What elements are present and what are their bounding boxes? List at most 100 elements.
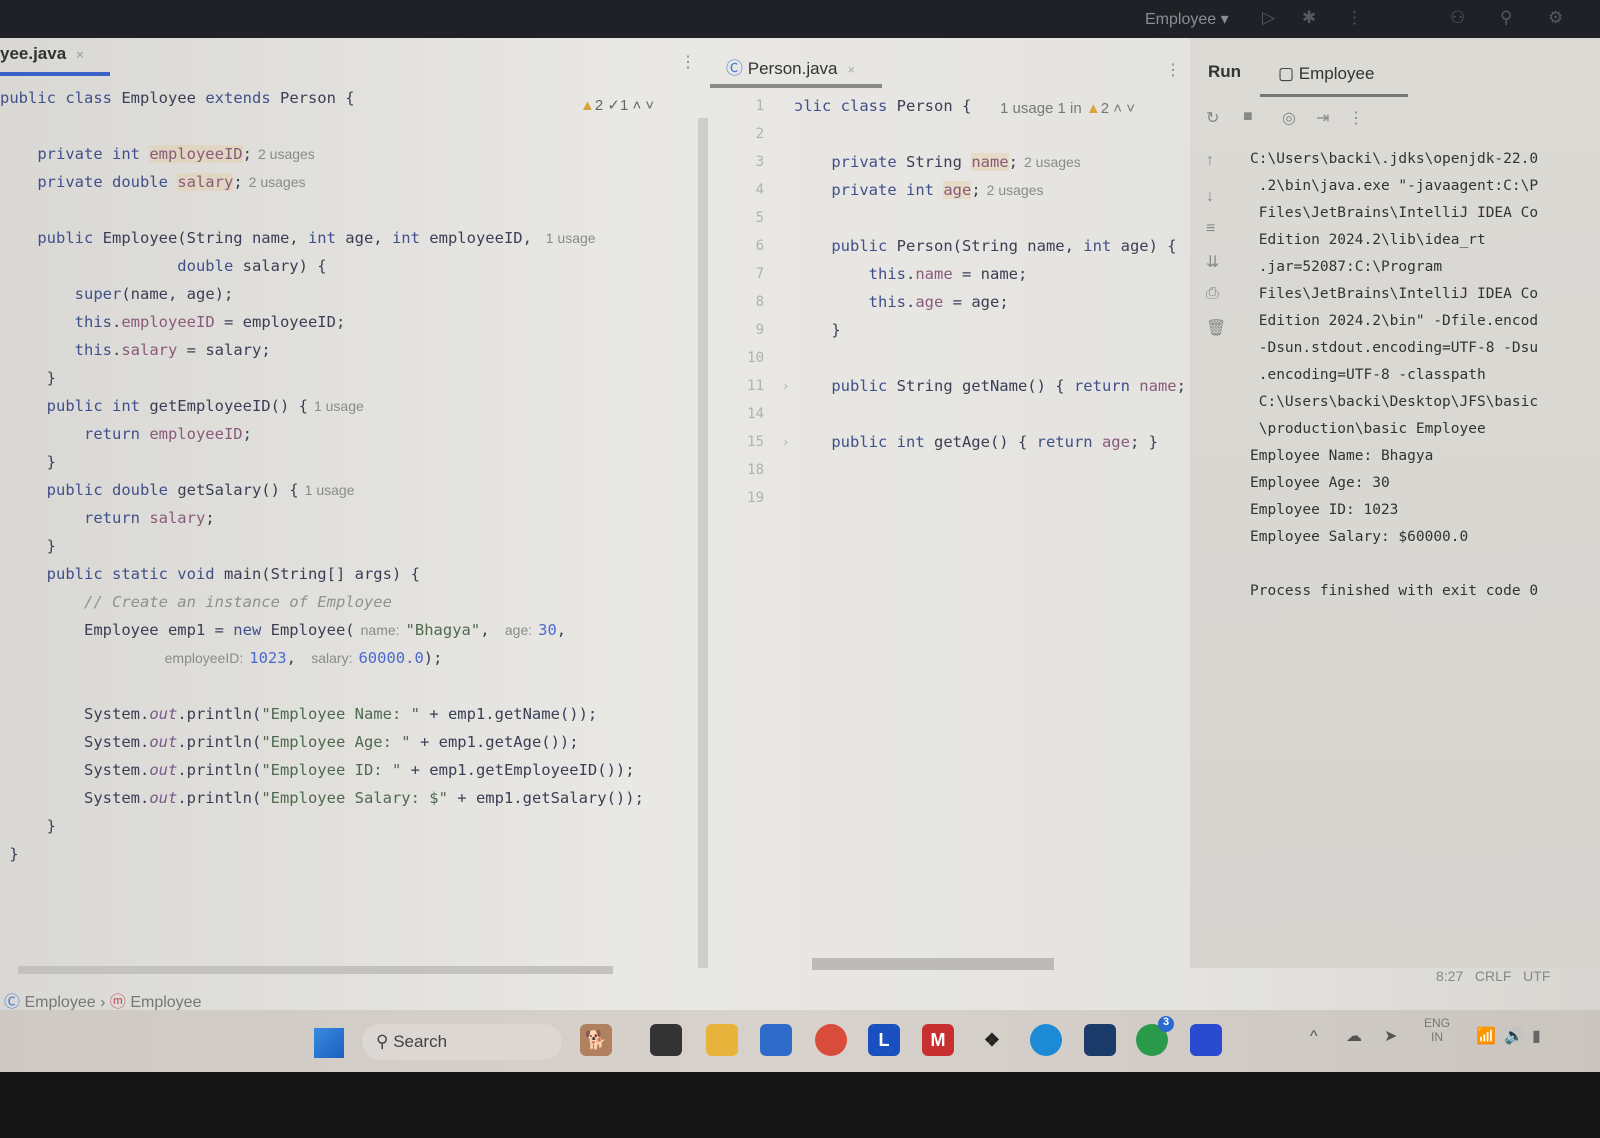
console-output[interactable]: C:\Users\backi\.jdks\openjdk-22.0 .2\bin…	[1250, 146, 1538, 605]
code-line[interactable]: 7 this.name = name;	[720, 260, 1190, 288]
employee-editor[interactable]: public class Employee extends Person { p…	[0, 84, 644, 868]
code-line[interactable]: 19	[720, 484, 1190, 512]
file-explorer-icon[interactable]	[706, 1024, 738, 1056]
whatsapp-icon[interactable]: 3	[1136, 1016, 1174, 1056]
account-icon[interactable]: ⚇	[1450, 8, 1465, 28]
intellij-icon[interactable]	[1190, 1024, 1222, 1056]
file-encoding[interactable]: UTF	[1523, 968, 1550, 984]
run-tab-employee[interactable]: ▢ Employee	[1278, 64, 1374, 84]
terminal-icon[interactable]	[650, 1024, 682, 1056]
mcafee-icon[interactable]: M	[922, 1024, 954, 1056]
volume-icon[interactable]: 🔊	[1504, 1026, 1524, 1046]
down-icon[interactable]: ↓	[1206, 188, 1214, 206]
camera-icon[interactable]: ◎	[1282, 108, 1296, 128]
code-line[interactable]: return employeeID;	[0, 420, 644, 448]
code-line[interactable]: }	[0, 448, 644, 476]
trash-icon[interactable]: 🗑	[1206, 318, 1226, 338]
code-line[interactable]: this.salary = salary;	[0, 336, 644, 364]
cloud-icon[interactable]: ☁	[1346, 1026, 1362, 1046]
taskbar-search[interactable]: ⚲ Search	[362, 1024, 562, 1060]
code-line[interactable]: }	[0, 840, 644, 868]
debug-icon[interactable]: ✱	[1302, 8, 1316, 28]
code-line[interactable]: 3 private String name; 2 usages	[720, 148, 1190, 176]
more-icon[interactable]: ⋮	[1348, 108, 1364, 128]
fold-icon[interactable]: ›	[782, 428, 789, 456]
close-icon[interactable]: ×	[848, 62, 856, 77]
editor-scrollbar[interactable]	[698, 118, 708, 968]
code-line[interactable]: 4 private int age; 2 usages	[720, 176, 1190, 204]
person-editor[interactable]: 1 ɔlic class Person {2 3 private String na…	[720, 92, 1190, 512]
close-icon[interactable]: ×	[76, 47, 84, 62]
code-line[interactable]	[0, 196, 644, 224]
exit-icon[interactable]: ⇥	[1316, 108, 1329, 128]
code-line[interactable]: public int getEmployeeID() {1 usage	[0, 392, 644, 420]
code-line[interactable]: 1 ɔlic class Person {	[720, 92, 1190, 120]
battery-icon[interactable]: ▮	[1532, 1026, 1541, 1046]
more-icon[interactable]: ⋮	[1165, 60, 1181, 80]
code-line[interactable]: super(name, age);	[0, 280, 644, 308]
code-line[interactable]: 11 › public String getName() { return nam…	[720, 372, 1190, 400]
settings-icon[interactable]: ⚙	[1548, 8, 1563, 28]
chevron-up-icon[interactable]: ^	[1310, 1028, 1318, 1046]
horizontal-scrollbar[interactable]	[18, 966, 613, 974]
code-line[interactable]: public static void main(String[] args) {	[0, 560, 644, 588]
code-line[interactable]: Employee emp1 = new Employee(name: "Bhagy…	[0, 616, 644, 644]
code-line[interactable]	[0, 112, 644, 140]
horizontal-scrollbar[interactable]	[812, 958, 1054, 970]
launcher-l-icon[interactable]: L	[868, 1024, 900, 1056]
breadcrumb-class[interactable]: Employee	[24, 994, 95, 1011]
scroll-to-end-icon[interactable]: ⇊	[1206, 252, 1219, 272]
more-icon[interactable]: ⋮	[1346, 8, 1363, 28]
code-line[interactable]: System.out.println("Employee Name: " + e…	[0, 700, 644, 728]
code-line[interactable]: 5	[720, 204, 1190, 232]
code-line[interactable]: private double salary; 2 usages	[0, 168, 644, 196]
edge-icon[interactable]	[1030, 1024, 1062, 1056]
line-separator[interactable]: CRLF	[1475, 968, 1512, 984]
tab-employee-java[interactable]: yee.java ×	[0, 44, 84, 64]
windows-start-icon[interactable]	[314, 1028, 344, 1058]
code-line[interactable]: 2	[720, 120, 1190, 148]
run-icon[interactable]: ▷	[1262, 8, 1275, 28]
dropbox-icon[interactable]: ❖	[976, 1024, 1008, 1056]
wifi-icon[interactable]: 📶	[1476, 1026, 1496, 1046]
code-line[interactable]: }	[0, 812, 644, 840]
code-line[interactable]: }	[0, 532, 644, 560]
code-line[interactable]: }	[0, 364, 644, 392]
run-config-selector[interactable]: Employee ▾	[1145, 9, 1229, 29]
store-icon[interactable]	[760, 1024, 792, 1056]
code-line[interactable]: public class Employee extends Person {	[0, 84, 644, 112]
pet-widget-icon[interactable]: 🐕	[580, 1024, 612, 1056]
language-indicator[interactable]: ENG IN	[1424, 1016, 1450, 1044]
code-line[interactable]: 14	[720, 400, 1190, 428]
chrome-icon[interactable]	[815, 1024, 847, 1056]
code-line[interactable]: private int employeeID; 2 usages	[0, 140, 644, 168]
tab-person-java[interactable]: Ⓒ Person.java ×	[726, 54, 855, 79]
fold-icon[interactable]: ›	[782, 372, 789, 400]
code-line[interactable]: employeeID: 1023, salary: 60000.0);	[0, 644, 644, 672]
soft-wrap-icon[interactable]: ≡	[1206, 220, 1215, 238]
code-line[interactable]: public Employee(String name, int age, in…	[0, 224, 644, 252]
up-icon[interactable]: ↑	[1206, 152, 1214, 170]
code-line[interactable]: System.out.println("Employee Salary: $" …	[0, 784, 644, 812]
code-line[interactable]: 10	[720, 344, 1190, 372]
more-icon[interactable]: ⋮	[680, 52, 696, 72]
code-line[interactable]: System.out.println("Employee ID: " + emp…	[0, 756, 644, 784]
stop-icon[interactable]: ■	[1243, 108, 1253, 126]
code-line[interactable]: 15 › public int getAge() { return age; }	[720, 428, 1190, 456]
breadcrumb-method[interactable]: Employee	[130, 994, 201, 1011]
search-icon[interactable]: ⚲	[1500, 8, 1512, 28]
code-line[interactable]: 9 }	[720, 316, 1190, 344]
code-line[interactable]: // Create an instance of Employee	[0, 588, 644, 616]
code-line[interactable]: 18	[720, 456, 1190, 484]
print-icon[interactable]: ⎙	[1206, 285, 1219, 303]
code-line[interactable]: return salary;	[0, 504, 644, 532]
rerun-icon[interactable]: ↻	[1206, 108, 1219, 128]
location-icon[interactable]: ➤	[1384, 1026, 1397, 1046]
code-line[interactable]: double salary) {	[0, 252, 644, 280]
code-line[interactable]: 6 public Person(String name, int age) {	[720, 232, 1190, 260]
code-line[interactable]: System.out.println("Employee Age: " + em…	[0, 728, 644, 756]
code-line[interactable]: public double getSalary() {1 usage	[0, 476, 644, 504]
code-line[interactable]: this.employeeID = employeeID;	[0, 308, 644, 336]
app-icon[interactable]	[1084, 1024, 1116, 1056]
caret-position[interactable]: 8:27	[1436, 968, 1463, 984]
